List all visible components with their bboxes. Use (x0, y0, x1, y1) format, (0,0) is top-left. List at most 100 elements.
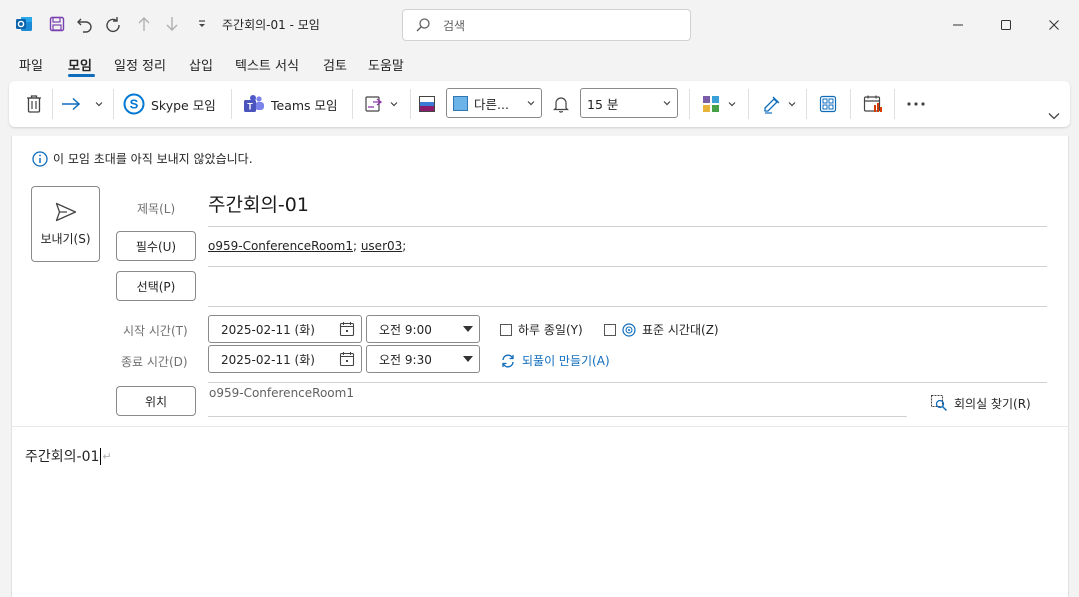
ribbon-separator (352, 89, 353, 119)
editor-button[interactable] (762, 81, 796, 127)
show-as-swatch (453, 95, 468, 111)
dropdown-arrow-icon (463, 326, 473, 332)
tab-insert[interactable]: 삽입 (189, 55, 213, 74)
undo-icon[interactable] (75, 14, 95, 34)
scheduling-poll-button[interactable] (863, 81, 883, 127)
tab-file[interactable]: 파일 (19, 55, 43, 74)
tab-meeting[interactable]: 모임 (68, 55, 92, 74)
start-time-label: 시작 시간(T) (123, 324, 188, 338)
search-icon (416, 18, 430, 32)
show-as-dropdown[interactable]: 다른... (446, 88, 542, 118)
calendar-icon (339, 352, 355, 367)
optional-attendees-field[interactable] (208, 271, 1047, 305)
save-icon[interactable] (47, 14, 67, 34)
end-time-value: 오전 9:30 (379, 352, 432, 367)
chevron-down-icon (1048, 113, 1060, 120)
chevron-down-icon (390, 102, 398, 107)
tab-format-text[interactable]: 텍스트 서식 (235, 55, 299, 74)
redo-icon[interactable] (103, 14, 123, 34)
minimize-icon (953, 24, 963, 26)
all-day-checkbox[interactable]: 하루 종일(Y) (500, 321, 583, 338)
info-icon (32, 150, 48, 167)
chevron-down-icon (95, 102, 103, 107)
chevron-down-icon (788, 102, 796, 107)
optional-attendees-button[interactable]: 선택(P) (116, 271, 196, 301)
body-text: 주간회의-01 (25, 449, 100, 465)
skype-icon: S (123, 93, 145, 115)
subject-input[interactable]: 주간회의-01 (208, 190, 309, 217)
tab-help[interactable]: 도움말 (368, 55, 404, 74)
ribbon-separator (806, 89, 807, 119)
forward-button[interactable] (61, 81, 103, 127)
checkbox-box (500, 323, 512, 336)
ribbon-separator (748, 89, 749, 119)
ribbon: S Skype 모임 T Teams 모임 다른... 15 분 (9, 81, 1070, 127)
attendee-separator: ; (352, 239, 361, 253)
categorize-button[interactable] (702, 81, 736, 127)
search-box[interactable]: 검색 (402, 9, 691, 41)
customize-quick-access-icon[interactable] (192, 14, 212, 34)
ribbon-separator (894, 89, 895, 119)
time-row-separator (208, 382, 1047, 383)
previous-item-icon[interactable] (134, 14, 154, 34)
required-attendees-button[interactable]: 필수(U) (116, 231, 196, 261)
text-cursor (100, 447, 102, 465)
maximize-icon (1001, 20, 1011, 30)
trash-icon (27, 95, 41, 113)
reminder-value: 15 분 (587, 96, 619, 112)
apps-button[interactable] (819, 81, 837, 127)
next-item-icon[interactable] (162, 14, 182, 34)
location-button[interactable]: 위치 (116, 386, 196, 416)
message-body[interactable]: 주간회의-01 ↵ (25, 446, 112, 466)
send-label: 보내기(S) (40, 231, 91, 246)
make-recurring-link[interactable]: 되풀이 만들기(A) (500, 352, 610, 369)
more-dots-icon (907, 102, 925, 106)
busy-status-icon-button[interactable] (418, 81, 436, 127)
required-attendees-field[interactable]: o959-ConferenceRoom1; user03; (208, 239, 406, 253)
tab-review[interactable]: 검토 (323, 55, 347, 74)
ribbon-separator (410, 89, 411, 119)
teams-icon: T (244, 95, 264, 112)
attendee-chip[interactable]: o959-ConferenceRoom1 (208, 239, 353, 253)
respond-options-button[interactable] (364, 81, 398, 127)
expand-ribbon-button[interactable] (1048, 93, 1060, 139)
attendee-chip[interactable]: user03 (361, 239, 402, 253)
required-underline (208, 266, 1047, 267)
calendar-chart-icon (863, 95, 882, 112)
end-date-picker[interactable]: 2025-02-11 (화) (208, 345, 362, 373)
send-button[interactable]: 보내기(S) (31, 186, 100, 262)
info-bar: 이 모임 초대를 아직 보내지 않았습니다. (32, 150, 253, 167)
optional-underline (208, 306, 1047, 307)
location-input[interactable]: o959-ConferenceRoom1 (209, 386, 354, 400)
teams-meeting-button[interactable]: T Teams 모임 (243, 81, 338, 127)
make-recurring-label: 되풀이 만들기(A) (522, 354, 610, 368)
room-finder-button[interactable]: 회의실 찾기(R) (930, 394, 1031, 412)
more-options-button[interactable] (906, 81, 926, 127)
outlook-logo-icon (16, 17, 32, 31)
skype-meeting-button[interactable]: S Skype 모임 (123, 81, 216, 127)
meeting-notes-icon (365, 96, 383, 112)
ribbon-separator (52, 89, 53, 119)
skype-meeting-label: Skype 모임 (151, 97, 216, 113)
dropdown-arrow-icon (463, 356, 473, 362)
chevron-down-icon (728, 102, 736, 107)
delete-button[interactable] (25, 81, 43, 127)
start-date-picker[interactable]: 2025-02-11 (화) (208, 315, 362, 343)
chevron-down-icon (663, 101, 671, 106)
end-time-dropdown[interactable]: 오전 9:30 (366, 345, 480, 373)
apps-grid-icon (819, 95, 837, 113)
close-button[interactable] (1031, 10, 1077, 40)
start-time-dropdown[interactable]: 오전 9:00 (366, 315, 480, 343)
maximize-button[interactable] (983, 10, 1029, 40)
bell-icon (553, 97, 569, 113)
body-separator (11, 426, 1069, 427)
teams-meeting-label: Teams 모임 (271, 97, 338, 113)
svg-text:S: S (130, 97, 139, 112)
minimize-button[interactable] (935, 10, 981, 40)
room-finder-label: 회의실 찾기(R) (954, 396, 1031, 411)
tab-schedule[interactable]: 일정 정리 (114, 55, 166, 74)
end-time-label: 종료 시간(D) (121, 355, 188, 369)
reminder-dropdown[interactable]: 15 분 (580, 88, 678, 118)
info-text: 이 모임 초대를 아직 보내지 않았습니다. (53, 152, 253, 166)
time-zone-checkbox[interactable]: 표준 시간대(Z) (604, 321, 719, 338)
